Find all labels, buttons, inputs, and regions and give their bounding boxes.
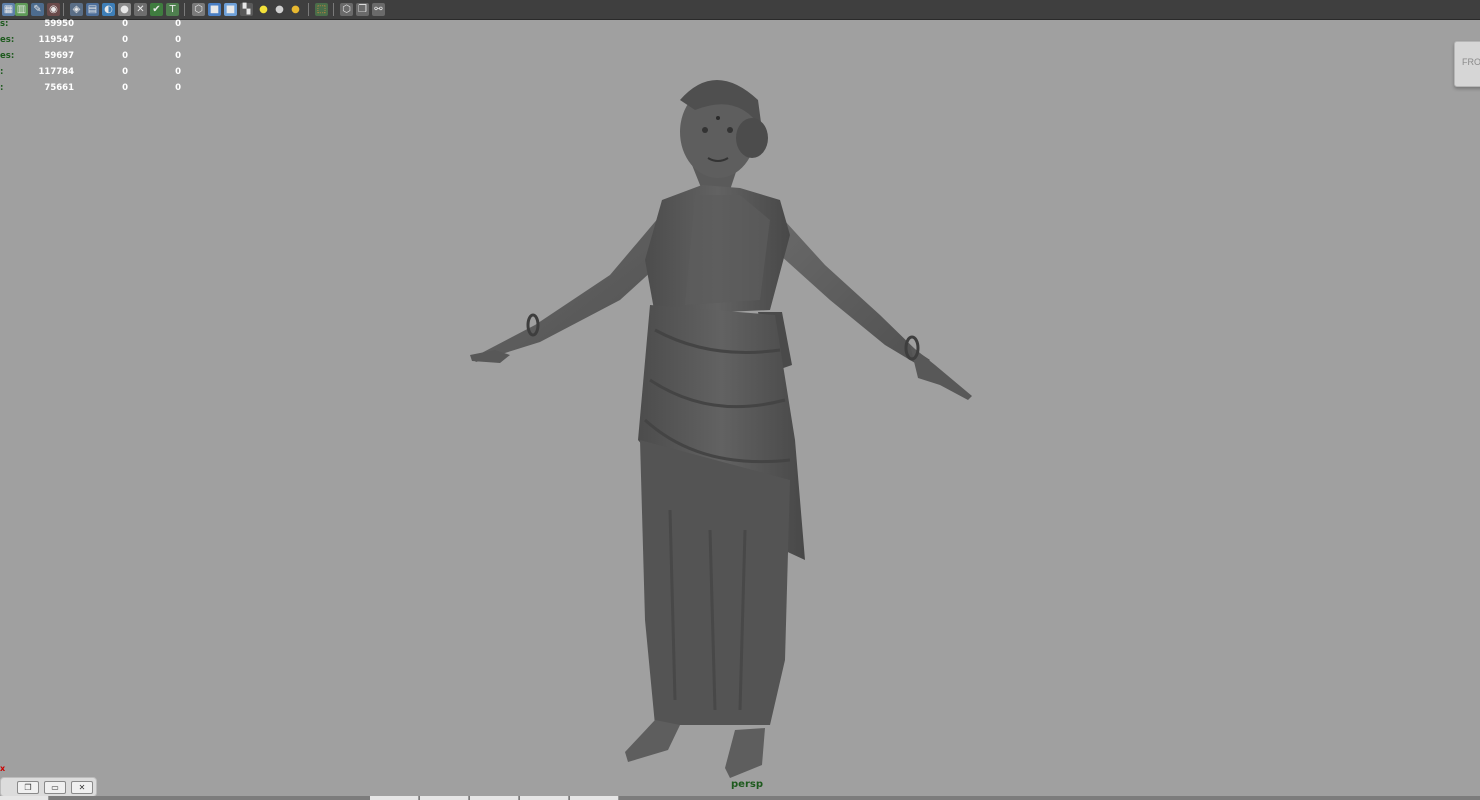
share-icon[interactable]: ⚯ (372, 3, 385, 16)
light-all-icon[interactable]: ● (273, 3, 286, 16)
view-cube[interactable]: FRO (1454, 41, 1480, 87)
hud-row: es: 59697 0 0 (0, 50, 190, 66)
hud-value: 75661 (44, 83, 74, 93)
wireframe-cube-icon[interactable]: ⬡ (192, 3, 205, 16)
textured-cube-icon[interactable]: ■ (224, 3, 237, 16)
grid-icon[interactable]: ▦ (2, 3, 15, 16)
viewport-toolbar: ▦ ▥ ✎ ◉ ◈ ▤ ◐ ● ✕ ✔ T ⬡ ■ ■ ▚ ● ● ● ⬚ ⬡ … (0, 0, 1480, 20)
light-default-icon[interactable]: ● (257, 3, 270, 16)
hud-row: s: 59950 0 0 (0, 18, 190, 34)
hud-label: s: (0, 19, 9, 29)
hud-label: es: (0, 35, 15, 45)
hud-value: 0 (122, 19, 128, 29)
hud-row: es: 119547 0 0 (0, 34, 190, 50)
film-gate-icon[interactable]: ▤ (86, 3, 99, 16)
text-icon[interactable]: T (166, 3, 179, 16)
checker-icon[interactable]: ▚ (240, 3, 253, 16)
bottom-tab[interactable] (470, 796, 519, 800)
hud-label: : (0, 83, 4, 93)
select-tool-icon[interactable]: ⬚ (315, 3, 328, 16)
hud-label: es: (0, 51, 15, 61)
hud-label: : (0, 67, 4, 77)
character-model[interactable] (440, 60, 1000, 780)
smooth-shade-icon[interactable]: ● (118, 3, 131, 16)
panel-layout-icon[interactable]: ▥ (15, 3, 28, 16)
wireframe-icon[interactable]: ◈ (70, 3, 83, 16)
hud-value: 59950 (44, 19, 74, 29)
hud-row: : 117784 0 0 (0, 66, 190, 82)
shaded-cube-icon[interactable]: ■ (208, 3, 221, 16)
hud-value: 0 (175, 19, 181, 29)
texture-icon[interactable]: ✕ (134, 3, 147, 16)
xray-icon[interactable]: ◐ (102, 3, 115, 16)
hud-value: 0 (122, 83, 128, 93)
select-camera-icon[interactable]: ◉ (47, 3, 60, 16)
close-icon[interactable]: ✕ (71, 781, 93, 794)
light-selected-icon[interactable]: ● (289, 3, 302, 16)
view-cube-face-label: FRO (1462, 57, 1480, 67)
bottom-tab[interactable] (370, 796, 419, 800)
axis-x-label: x (0, 764, 6, 773)
paint-icon[interactable]: ✎ (31, 3, 44, 16)
bottom-tab[interactable] (0, 796, 49, 800)
restore-icon[interactable]: ❐ (17, 781, 39, 794)
bottom-tab-strip (0, 796, 1480, 800)
bottom-tab[interactable] (570, 796, 619, 800)
hud-row: : 75661 0 0 (0, 82, 190, 98)
hud-value: 0 (175, 83, 181, 93)
hud-value: 0 (122, 51, 128, 61)
hud-value: 0 (175, 67, 181, 77)
bottom-tab[interactable] (520, 796, 569, 800)
hud-value: 0 (122, 67, 128, 77)
hud-value: 117784 (38, 67, 75, 77)
camera-name-label: persp (731, 779, 763, 790)
bottom-tab[interactable] (420, 796, 469, 800)
render-box-icon[interactable]: ⬡ (340, 3, 353, 16)
poly-count-hud: s: 59950 0 0 es: 119547 0 0 es: 59697 0 … (0, 18, 190, 98)
hud-value: 0 (122, 35, 128, 45)
render-region-icon[interactable]: ❐ (356, 3, 369, 16)
hud-value: 0 (175, 35, 181, 45)
maximize-icon[interactable]: ▭ (44, 781, 66, 794)
isolate-icon[interactable]: ✔ (150, 3, 163, 16)
floating-window-controls: ❐ ▭ ✕ (0, 777, 97, 797)
hud-value: 59697 (44, 51, 74, 61)
hud-value: 0 (175, 51, 181, 61)
hud-value: 119547 (38, 35, 75, 45)
